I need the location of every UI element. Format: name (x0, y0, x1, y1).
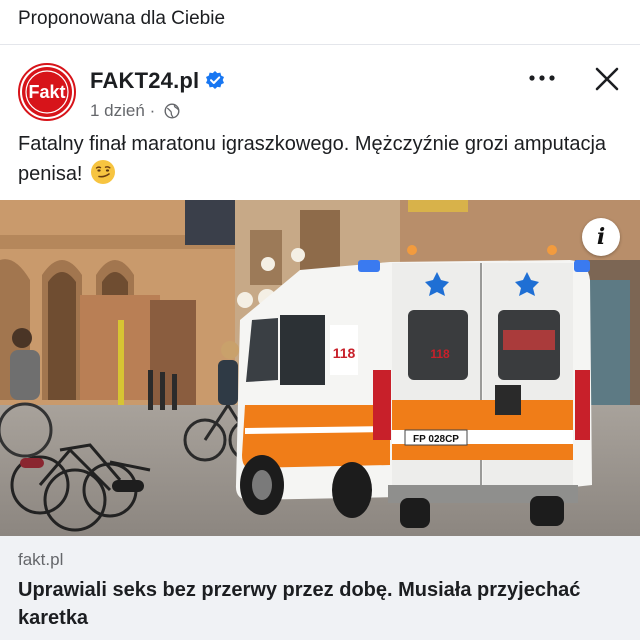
globe-icon (164, 103, 180, 119)
post-header: Fakt FAKT24.pl 1 dzień · (0, 46, 640, 126)
avatar-logo-text: Fakt (28, 82, 65, 102)
verified-badge-icon (206, 71, 224, 89)
post-meta: 1 dzień · (90, 101, 180, 121)
avatar[interactable]: Fakt (18, 63, 76, 121)
post-timestamp[interactable]: 1 dzień (90, 101, 145, 120)
link-domain: fakt.pl (18, 550, 64, 569)
suggested-title: Proponowana dla Ciebie (18, 8, 226, 29)
more-options-button[interactable] (528, 68, 556, 88)
post-text: Fatalny finał maratonu igraszkowego. Męż… (18, 130, 618, 189)
post-image[interactable]: 118 118 FP 028CP i (0, 200, 640, 536)
page-name[interactable]: FAKT24.pl (90, 68, 199, 94)
meta-separator: · (149, 101, 156, 120)
ambulance-rear-logo: 118 (430, 347, 450, 361)
ambulance-side-logo: 118 (333, 345, 356, 361)
close-button[interactable] (594, 66, 620, 92)
link-title[interactable]: Uprawiali seks bez przerwy przez dobę. M… (18, 576, 618, 632)
link-preview-card[interactable]: fakt.pl Uprawiali seks bez przerwy przez… (0, 536, 640, 640)
fakt-logo: Fakt (22, 67, 72, 117)
info-button[interactable]: i (582, 218, 620, 256)
license-plate: FP 028CP (413, 434, 459, 445)
suggested-header: Proponowana dla Ciebie (0, 0, 640, 45)
ambulance-street-photo: 118 118 FP 028CP (0, 200, 640, 536)
smirking-face-emoji-icon (91, 160, 116, 184)
